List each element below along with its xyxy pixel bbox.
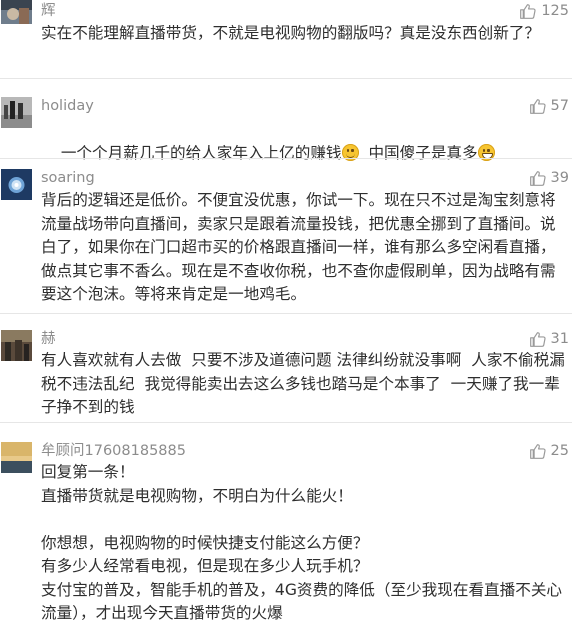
thumbs-up-icon <box>529 170 546 186</box>
comment-item: 赫 31 有人喜欢就有人去做 只要不涉及道德问题 法律纠纷就没事啊 人家不偷税漏… <box>0 314 572 422</box>
comment-username[interactable]: 辉 <box>41 2 56 20</box>
like-button[interactable]: 31 <box>529 330 569 348</box>
avatar[interactable] <box>1 0 32 24</box>
like-count: 25 <box>550 443 569 459</box>
avatar[interactable] <box>1 97 32 128</box>
comment-item: 牟顾问17608185885 25 回复第一条！ 直播带货就是电视购物，不明白为… <box>0 423 572 631</box>
like-button[interactable]: 125 <box>519 2 569 20</box>
like-count: 125 <box>541 3 569 19</box>
like-button[interactable]: 57 <box>529 97 569 115</box>
comment-text: 有人喜欢就有人去做 只要不涉及道德问题 法律纠纷就没事啊 人家不偷税漏税不违法乱… <box>41 351 565 416</box>
thumbs-up-icon <box>520 3 536 19</box>
comment-text: 回复第一条！ 直播带货就是电视购物，不明白为什么能火！ 你想想，电视购物的时候快… <box>41 463 563 622</box>
comment-username[interactable]: 牟顾问17608185885 <box>41 442 186 460</box>
avatar[interactable] <box>1 169 32 200</box>
comment-username[interactable]: holiday <box>41 97 94 115</box>
comment-item: 辉 125 实在不能理解直播带货，不就是电视购物的翻版吗？真是没东西创新了？ <box>0 0 572 78</box>
avatar[interactable] <box>1 330 32 361</box>
thumbs-up-icon <box>529 443 546 459</box>
like-button[interactable]: 39 <box>529 169 569 187</box>
like-count: 31 <box>550 331 569 347</box>
comment-text: 背后的逻辑还是低价。不便宜没优惠，你试一下。现在只不过是淘宝刻意将流量战场带向直… <box>41 191 556 303</box>
like-count: 39 <box>550 170 569 186</box>
thumbs-up-icon <box>529 331 546 347</box>
like-button[interactable]: 25 <box>529 442 569 460</box>
like-count: 57 <box>550 98 569 114</box>
thumbs-up-icon <box>529 98 546 114</box>
avatar[interactable] <box>1 442 32 473</box>
comment-username[interactable]: 赫 <box>41 330 56 348</box>
comment-text: 实在不能理解直播带货，不就是电视购物的翻版吗？真是没东西创新了？ <box>41 24 541 42</box>
comment-username[interactable]: soaring <box>41 169 95 187</box>
comment-item: holiday 57 一个个月薪几千的给人家年入上亿的赚钱 中国傻子是真多 <box>0 79 572 162</box>
comment-item: soaring 39 背后的逻辑还是低价。不便宜没优惠，你试一下。现在只不过是淘… <box>0 159 572 313</box>
